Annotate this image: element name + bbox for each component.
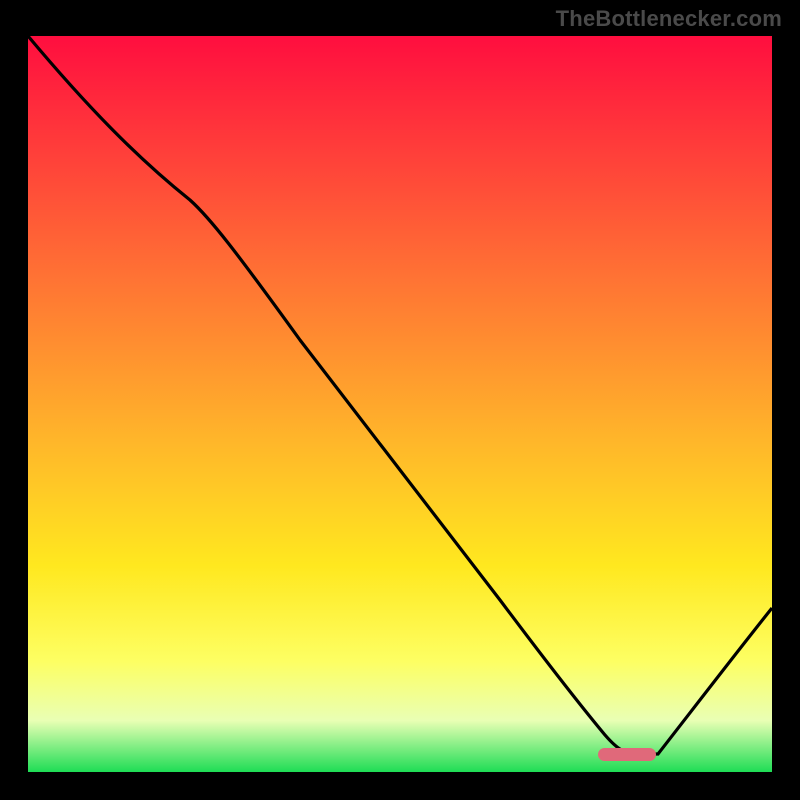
chart-container: TheBottlenecker.com bbox=[0, 0, 800, 800]
bottleneck-chart bbox=[0, 0, 800, 800]
plot-area bbox=[28, 36, 772, 772]
optimum-marker bbox=[598, 748, 656, 761]
watermark-text: TheBottlenecker.com bbox=[556, 6, 782, 32]
